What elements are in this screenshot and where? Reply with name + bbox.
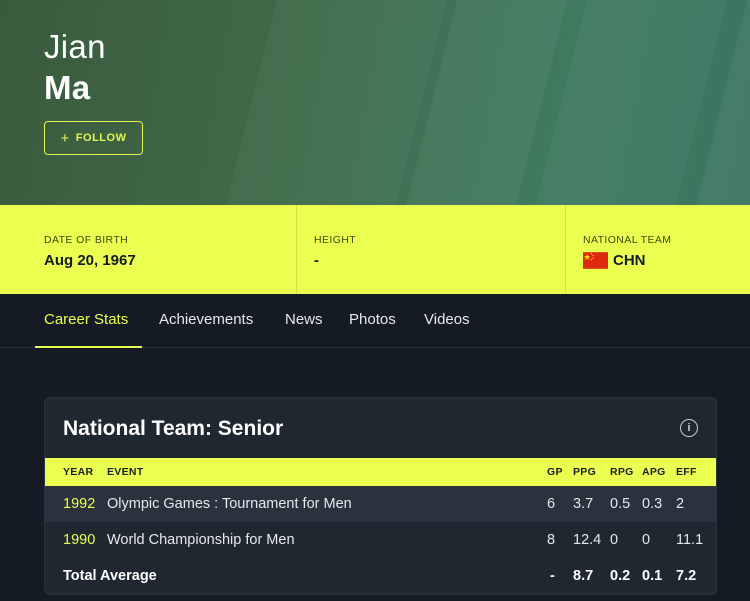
china-flag-icon <box>583 252 608 269</box>
follow-label: FOLLOW <box>75 132 127 144</box>
ppg-value: 12.4 <box>573 532 602 548</box>
header-event[interactable]: EVENT <box>107 466 144 478</box>
total-apg: 0.1 <box>642 568 663 584</box>
ppg-value: 3.7 <box>573 496 594 512</box>
follow-button[interactable]: + FOLLOW <box>44 121 143 155</box>
plus-icon: + <box>60 129 70 147</box>
info-date-of-birth: DATE OF BIRTH Aug 20, 1967 <box>0 205 296 294</box>
tab-videos[interactable]: Videos <box>424 311 470 328</box>
header-eff[interactable]: EFF <box>676 466 697 478</box>
info-national-team: NATIONAL TEAM CHN <box>565 205 750 294</box>
eff-value: 2 <box>676 496 685 512</box>
height-value: - <box>314 252 319 269</box>
team-value: CHN <box>613 252 646 269</box>
stats-table-header: YEAR EVENT GP PPG RPG APG EFF <box>45 458 716 486</box>
apg-value: 0.3 <box>642 496 663 512</box>
profile-tabs: Career Stats Achievements News Photos Vi… <box>0 294 750 348</box>
year-link[interactable]: 1990 <box>63 532 95 548</box>
player-last-name: Ma <box>44 69 91 106</box>
stats-card-title: National Team: Senior <box>63 417 284 440</box>
dob-value: Aug 20, 1967 <box>44 252 136 269</box>
dob-label: DATE OF BIRTH <box>44 234 129 246</box>
player-hero: Jian Ma + FOLLOW <box>0 0 750 205</box>
total-eff: 7.2 <box>676 568 697 584</box>
total-ppg: 8.7 <box>573 568 594 584</box>
total-label: Total Average <box>63 568 157 584</box>
event-name: World Championship for Men <box>107 532 295 548</box>
rpg-value: 0.5 <box>610 496 631 512</box>
player-info-band: DATE OF BIRTH Aug 20, 1967 HEIGHT - NATI… <box>0 205 750 294</box>
year-link[interactable]: 1992 <box>63 496 95 512</box>
header-rpg[interactable]: RPG <box>610 466 634 478</box>
total-gp: - <box>550 568 555 584</box>
total-rpg: 0.2 <box>610 568 631 584</box>
header-gp[interactable]: GP <box>547 466 563 478</box>
team-value-wrap: CHN <box>583 252 750 269</box>
gp-value: 8 <box>547 532 556 548</box>
header-apg[interactable]: APG <box>642 466 666 478</box>
tab-photos[interactable]: Photos <box>349 311 396 328</box>
stats-card: National Team: Senior i YEAR EVENT GP PP… <box>44 397 717 595</box>
header-ppg[interactable]: PPG <box>573 466 596 478</box>
team-label: NATIONAL TEAM <box>583 234 672 246</box>
active-tab-indicator <box>35 346 142 348</box>
event-name: Olympic Games : Tournament for Men <box>107 496 352 512</box>
info-height: HEIGHT - <box>296 205 565 294</box>
tab-news[interactable]: News <box>285 311 323 328</box>
rpg-value: 0 <box>610 532 619 548</box>
height-label: HEIGHT <box>314 234 357 246</box>
tab-career-stats[interactable]: Career Stats <box>44 311 128 328</box>
total-average-row: Total Average - 8.7 0.2 0.1 7.2 <box>45 558 716 594</box>
gp-value: 6 <box>547 496 556 512</box>
apg-value: 0 <box>642 532 651 548</box>
header-year[interactable]: YEAR <box>63 466 93 478</box>
eff-value: 11.1 <box>676 532 704 548</box>
player-first-name: Jian <box>44 28 106 65</box>
info-icon[interactable]: i <box>680 419 698 437</box>
table-row: 1992 Olympic Games : Tournament for Men … <box>45 486 716 522</box>
table-row: 1990 World Championship for Men 8 12.4 0… <box>45 522 716 558</box>
tab-achievements[interactable]: Achievements <box>159 311 253 328</box>
